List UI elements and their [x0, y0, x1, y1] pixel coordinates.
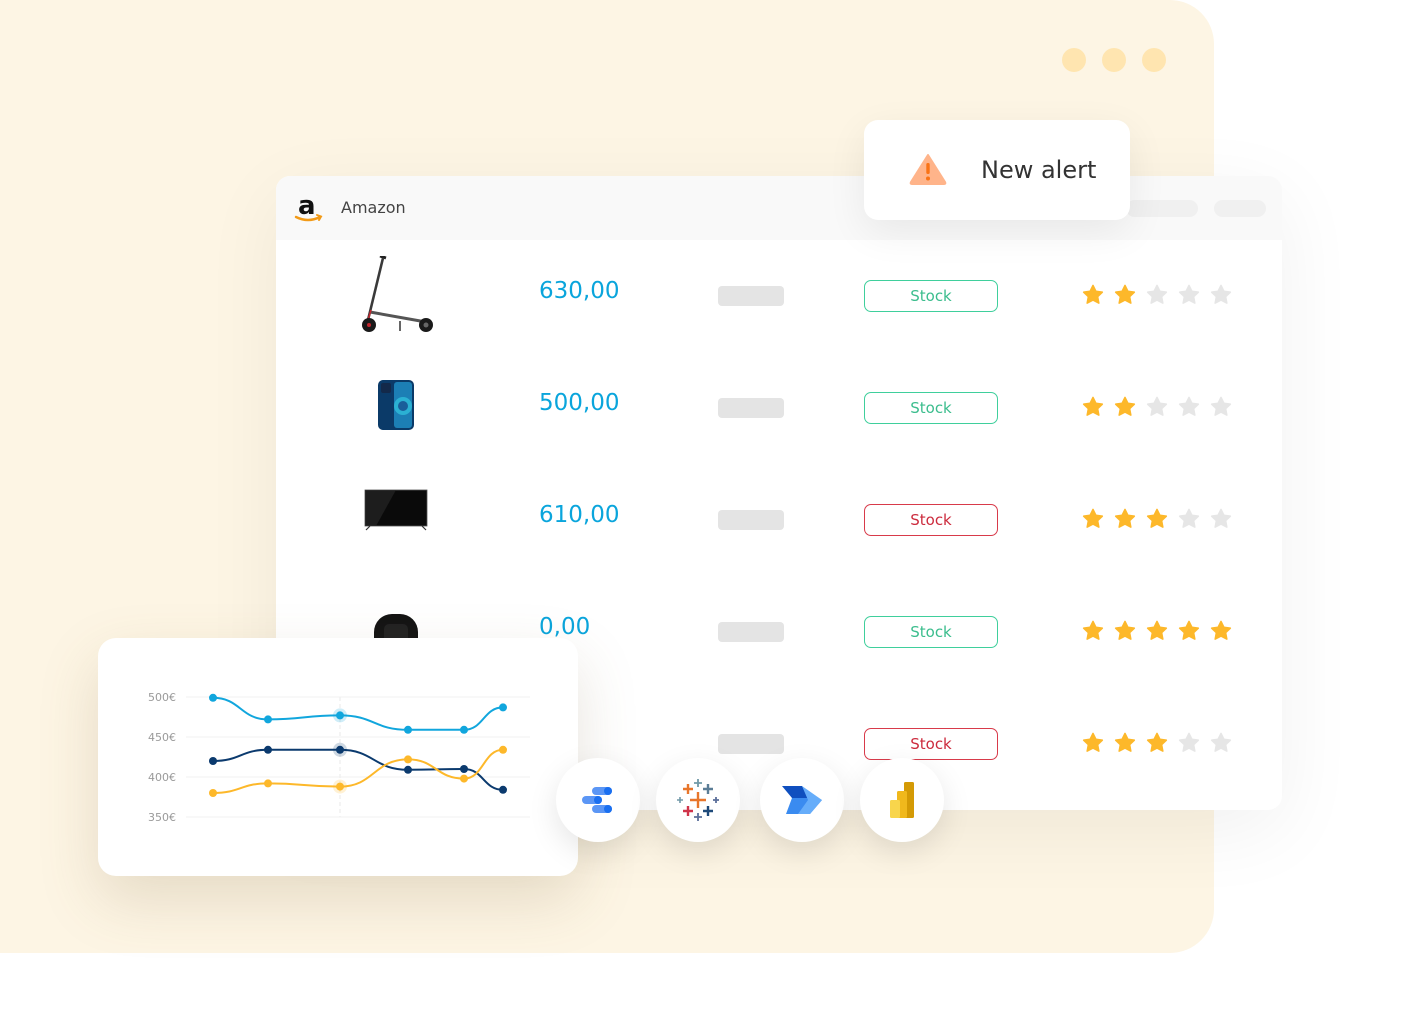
y-tick-label: 350€	[148, 811, 176, 824]
rating-stars	[1082, 284, 1232, 306]
power-bi-icon	[890, 782, 914, 818]
star-empty-icon	[1178, 508, 1200, 528]
product-image	[356, 368, 436, 448]
data-point	[460, 774, 468, 783]
star-filled-icon	[1114, 284, 1136, 304]
looker-studio-icon	[582, 787, 612, 813]
smartphone-image	[378, 380, 414, 430]
data-point	[336, 711, 344, 720]
star-empty-icon	[1210, 732, 1232, 752]
placeholder-bar	[718, 510, 784, 530]
rating-stars	[1082, 620, 1232, 642]
star-filled-icon	[1082, 732, 1104, 752]
data-point	[264, 715, 272, 724]
data-point	[264, 745, 272, 754]
data-point	[264, 779, 272, 788]
window-control-dot[interactable]	[1102, 48, 1126, 72]
data-point	[499, 703, 507, 712]
star-filled-icon	[1178, 620, 1200, 640]
star-empty-icon	[1146, 284, 1168, 304]
star-filled-icon	[1146, 620, 1168, 640]
data-point	[499, 785, 507, 794]
rating-stars	[1082, 732, 1232, 754]
star-filled-icon	[1114, 732, 1136, 752]
header-placeholder-pill	[1214, 200, 1266, 217]
star-filled-icon	[1114, 396, 1136, 416]
product-price: 610,00	[539, 502, 620, 528]
placeholder-bar	[718, 286, 784, 306]
star-empty-icon	[1210, 284, 1232, 304]
star-empty-icon	[1210, 508, 1232, 528]
product-price: 500,00	[539, 390, 620, 416]
stock-status-badge: Stock	[864, 728, 998, 760]
placeholder-bar	[718, 398, 784, 418]
product-price: 630,00	[539, 278, 620, 304]
price-history-chart-card: 500€ 450€ 400€ 350€	[98, 638, 578, 876]
integration-power-automate[interactable]	[760, 758, 844, 842]
rating-stars	[1082, 396, 1232, 418]
store-header: a Amazon	[276, 176, 1282, 240]
y-tick-label: 400€	[148, 771, 176, 784]
data-point	[404, 725, 412, 734]
tableau-icon	[677, 779, 719, 821]
store-name: Amazon	[341, 198, 406, 217]
star-filled-icon	[1082, 284, 1104, 304]
data-point	[336, 782, 344, 791]
product-image	[356, 480, 436, 560]
data-point	[209, 757, 217, 765]
amazon-logo-icon: a	[294, 192, 323, 222]
data-point	[404, 765, 412, 774]
stock-status-badge: Stock	[864, 504, 998, 536]
star-empty-icon	[1178, 396, 1200, 416]
data-point	[209, 789, 217, 797]
new-alert-notification[interactable]: New alert	[864, 120, 1130, 220]
electric-scooter-image	[362, 254, 433, 332]
star-filled-icon	[1146, 732, 1168, 752]
y-tick-label: 500€	[148, 691, 176, 704]
star-filled-icon	[1210, 620, 1232, 640]
integration-power-bi[interactable]	[860, 758, 944, 842]
product-row[interactable]: 610,00 Stock	[276, 464, 1282, 576]
television-image	[364, 489, 428, 531]
star-filled-icon	[1114, 508, 1136, 528]
rating-stars	[1082, 508, 1232, 530]
star-empty-icon	[1210, 396, 1232, 416]
integration-tableau[interactable]	[656, 758, 740, 842]
svg-text:a: a	[298, 192, 316, 221]
stock-status-badge: Stock	[864, 280, 998, 312]
header-placeholder-pill	[1126, 200, 1198, 217]
product-price: 0,00	[539, 614, 591, 640]
placeholder-bar	[718, 622, 784, 642]
star-filled-icon	[1082, 508, 1104, 528]
star-filled-icon	[1082, 620, 1104, 640]
series-line-series-light-blue	[212, 696, 504, 731]
y-tick-label: 450€	[148, 731, 176, 744]
integration-looker-studio[interactable]	[556, 758, 640, 842]
star-empty-icon	[1178, 284, 1200, 304]
star-filled-icon	[1082, 396, 1104, 416]
product-row[interactable]: 630,00 Stock	[276, 240, 1282, 352]
star-filled-icon	[1146, 508, 1168, 528]
series-line-series-yellow	[212, 748, 504, 794]
data-point	[336, 745, 344, 754]
star-empty-icon	[1178, 732, 1200, 752]
data-point	[499, 745, 507, 754]
data-point	[460, 765, 468, 773]
data-point	[209, 693, 217, 702]
alert-label: New alert	[981, 156, 1097, 184]
warning-triangle-icon	[909, 154, 947, 185]
price-history-chart: 500€ 450€ 400€ 350€	[148, 691, 530, 824]
stock-status-badge: Stock	[864, 616, 998, 648]
power-automate-icon	[782, 786, 822, 814]
data-point	[404, 755, 412, 764]
product-image	[356, 254, 436, 336]
product-row[interactable]: 500,00 Stock	[276, 352, 1282, 464]
stock-status-badge: Stock	[864, 392, 998, 424]
star-filled-icon	[1114, 620, 1136, 640]
window-control-dot[interactable]	[1142, 48, 1166, 72]
window-control-dot[interactable]	[1062, 48, 1086, 72]
star-empty-icon	[1146, 396, 1168, 416]
data-point	[460, 725, 468, 734]
placeholder-bar	[718, 734, 784, 754]
